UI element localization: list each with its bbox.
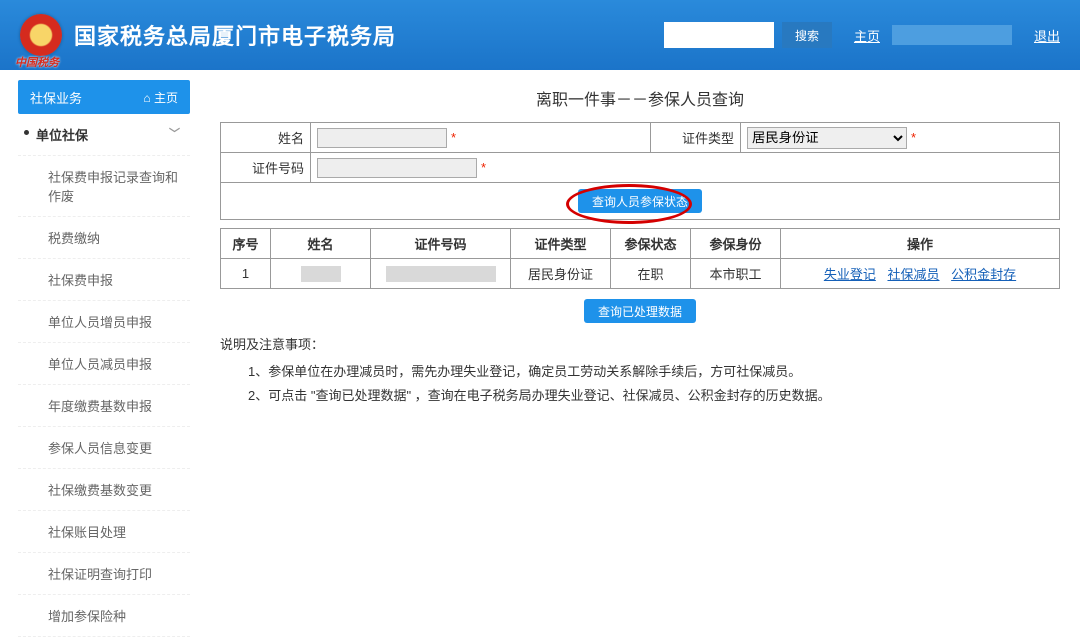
sidebar-item[interactable]: 社保费申报记录查询和作废	[18, 156, 190, 217]
header-right: 搜索 主页 退出	[664, 22, 1060, 48]
th-ops: 操作	[781, 229, 1060, 259]
query-status-button[interactable]: 查询人员参保状态	[578, 189, 702, 213]
cell-idno	[371, 259, 511, 289]
sidebar-item[interactable]: 社保证明查询打印	[18, 553, 190, 595]
id-no-label: 证件号码	[221, 153, 311, 183]
th-name: 姓名	[271, 229, 371, 259]
user-slot	[892, 25, 1012, 45]
table-row: 1 居民身份证 在职 本市职工 失业登记 社保减员 公积金封存	[221, 259, 1060, 289]
emblem-subtext: 中国税务	[15, 54, 59, 70]
home-link[interactable]: 主页	[854, 26, 880, 45]
th-identity: 参保身份	[691, 229, 781, 259]
notes-item: 2、可点击 "查询已处理数据" ，查询在电子税务局办理失业登记、社保减员、公积金…	[220, 384, 1060, 409]
th-idtype: 证件类型	[511, 229, 611, 259]
content-area: 离职一件事－－参保人员查询 姓名 * 证件类型 居民身份证 * 证件号码 *	[200, 70, 1080, 528]
th-status: 参保状态	[611, 229, 691, 259]
name-label: 姓名	[221, 123, 311, 153]
logo-area: 中国税务 国家税务总局厦门市电子税务局	[20, 14, 396, 56]
cell-name	[271, 259, 371, 289]
sidebar-item[interactable]: 税费缴纳	[18, 217, 190, 259]
sidebar-item[interactable]: 单位人员增员申报	[18, 301, 190, 343]
sidebar-parent-item[interactable]: 单位社保	[18, 114, 190, 156]
page-title: 离职一件事－－参保人员查询	[220, 86, 1060, 110]
sidebar: 社保业务 主页 单位社保 社保费申报记录查询和作废 税费缴纳 社保费申报 单位人…	[0, 70, 200, 528]
highlight-circle: 查询人员参保状态	[578, 189, 702, 213]
sidebar-item[interactable]: 社保费申报	[18, 259, 190, 301]
required-mark: *	[451, 130, 456, 145]
sidebar-item[interactable]: 增加参保险种	[18, 595, 190, 637]
id-no-input[interactable]	[317, 158, 477, 178]
query-processed-button[interactable]: 查询已处理数据	[584, 299, 696, 323]
notes-title: 说明及注意事项：	[220, 333, 1060, 358]
id-type-select[interactable]: 居民身份证	[747, 127, 907, 149]
sidebar-item[interactable]: 参保人员信息变更	[18, 427, 190, 469]
id-type-label: 证件类型	[651, 123, 741, 153]
app-header: 中国税务 国家税务总局厦门市电子税务局 搜索 主页 退出	[0, 0, 1080, 70]
th-idno: 证件号码	[371, 229, 511, 259]
cell-status: 在职	[611, 259, 691, 289]
notes-item: 1、参保单位在办理减员时，需先办理失业登记，确定员工劳动关系解除手续后，方可社保…	[220, 360, 1060, 385]
app-title: 国家税务总局厦门市电子税务局	[74, 19, 396, 51]
op-fund-seal[interactable]: 公积金封存	[951, 267, 1016, 282]
name-input[interactable]	[317, 128, 447, 148]
cell-seq: 1	[221, 259, 271, 289]
sidebar-title: 社保业务	[30, 88, 82, 107]
tax-emblem-icon: 中国税务	[20, 14, 62, 56]
sidebar-item[interactable]: 社保缴费基数变更	[18, 469, 190, 511]
th-seq: 序号	[221, 229, 271, 259]
cell-idtype: 居民身份证	[511, 259, 611, 289]
query-form: 姓名 * 证件类型 居民身份证 * 证件号码 * 查询人员参保状态	[220, 122, 1060, 220]
result-table: 序号 姓名 证件号码 证件类型 参保状态 参保身份 操作 1 居民身份证 在职 …	[220, 228, 1060, 289]
sidebar-item[interactable]: 单位人员减员申报	[18, 343, 190, 385]
search-button[interactable]: 搜索	[782, 22, 832, 48]
cell-identity: 本市职工	[691, 259, 781, 289]
logout-link[interactable]: 退出	[1034, 26, 1060, 45]
sidebar-item[interactable]: 年度缴费基数申报	[18, 385, 190, 427]
required-mark: *	[481, 160, 486, 175]
required-mark: *	[911, 130, 916, 145]
op-reduce[interactable]: 社保减员	[887, 267, 939, 282]
notes-section: 说明及注意事项： 1、参保单位在办理减员时，需先办理失业登记，确定员工劳动关系解…	[220, 333, 1060, 409]
search-input[interactable]	[664, 22, 774, 48]
sidebar-header: 社保业务 主页	[18, 80, 190, 114]
sidebar-home-link[interactable]: 主页	[143, 89, 178, 106]
op-unemployment[interactable]: 失业登记	[824, 267, 876, 282]
sidebar-item[interactable]: 社保账目处理	[18, 511, 190, 553]
cell-ops: 失业登记 社保减员 公积金封存	[781, 259, 1060, 289]
